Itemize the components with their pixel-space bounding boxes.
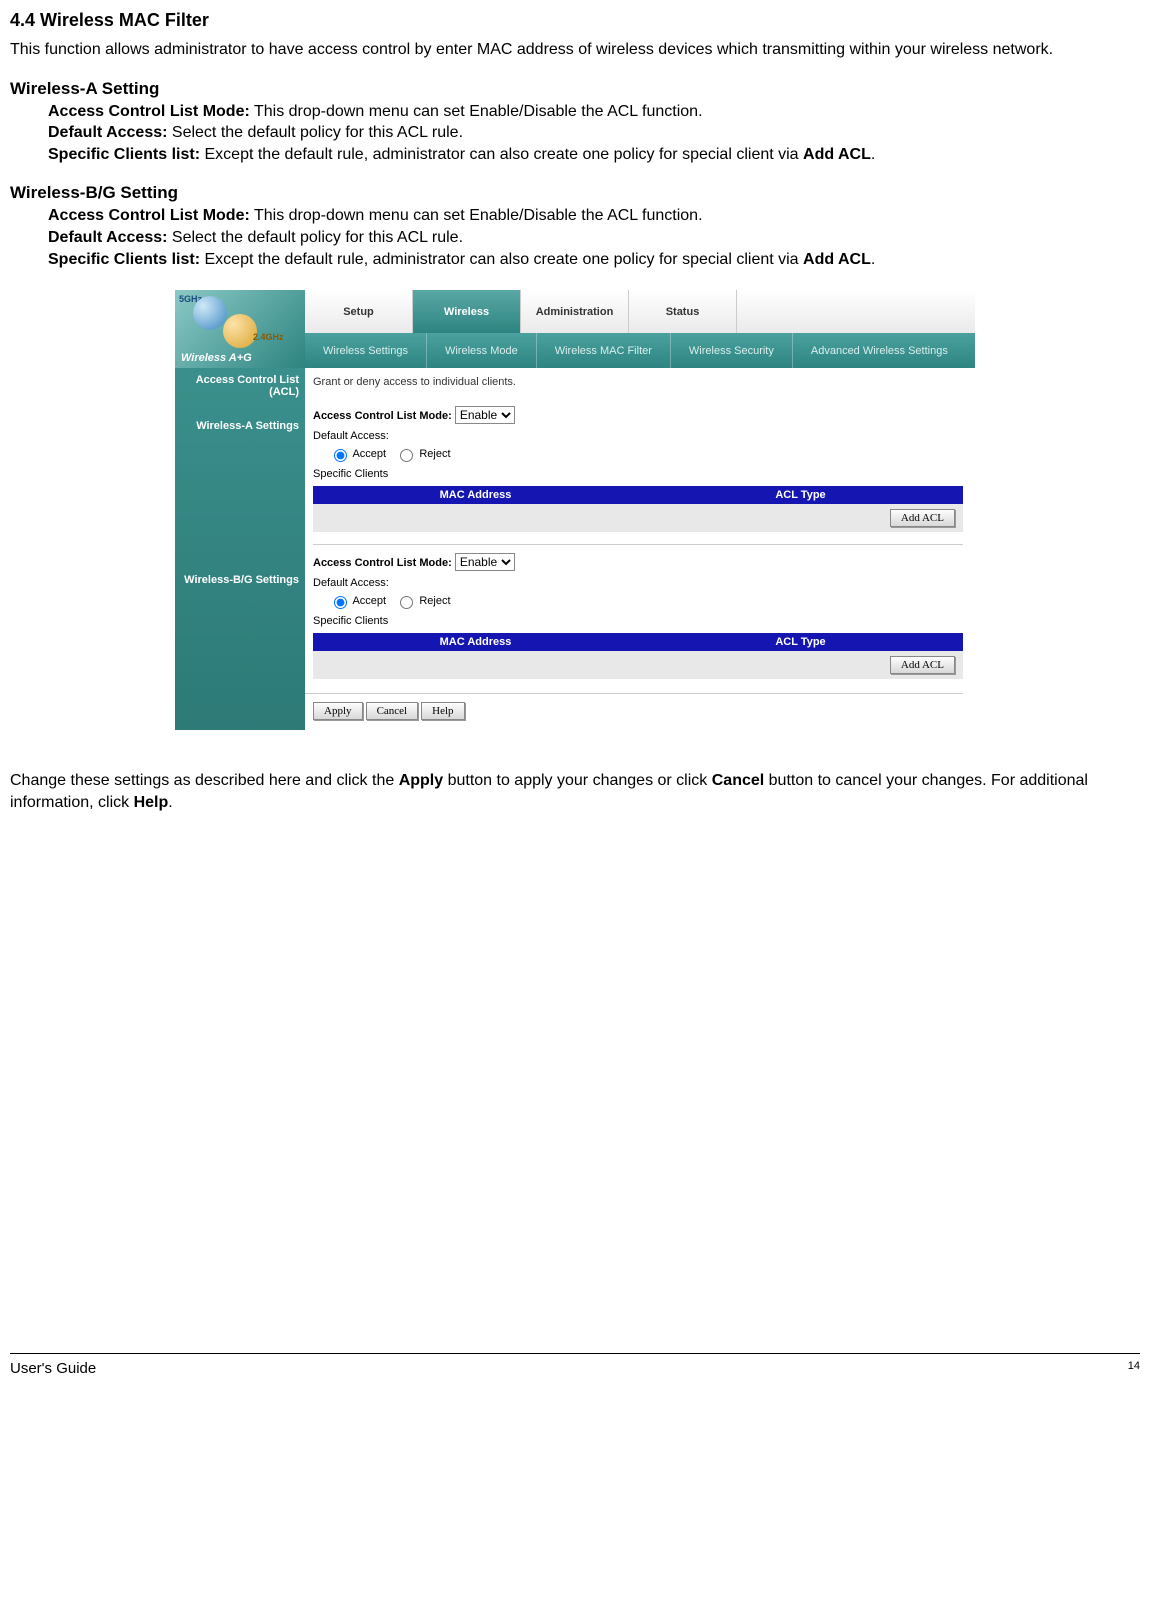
sc-tail: . (871, 251, 875, 268)
wa-aclmode-select[interactable]: Enable (455, 406, 515, 424)
wireless-bg-heading: Wireless-B/G Setting (10, 183, 1140, 203)
sc-desc: Except the default rule, administrator c… (200, 251, 803, 268)
page-footer: User's Guide 14 (10, 1353, 1140, 1377)
acl-label: Access Control List Mode: (48, 207, 250, 224)
da-label: Default Access: (48, 124, 167, 141)
wireless-a-sc: Specific Clients list: Except the defaul… (48, 144, 1140, 166)
wbg-th-type: ACL Type (638, 633, 963, 651)
tab-filler (737, 290, 975, 333)
table-row: Add ACL (313, 504, 963, 532)
page-number: 14 (1128, 1360, 1140, 1377)
acl-label: Access Control List Mode: (48, 103, 250, 120)
tab-status[interactable]: Status (629, 290, 737, 333)
subtab-security[interactable]: Wireless Security (671, 333, 793, 368)
help-button[interactable]: Help (421, 702, 464, 720)
wbg-add-acl-button[interactable]: Add ACL (890, 656, 955, 674)
acl-desc: This drop-down menu can set Enable/Disab… (250, 207, 703, 224)
table-row: Add ACL (313, 651, 963, 679)
sidebar-acl-label: Access Control List (ACL) (175, 368, 299, 404)
wbg-clients-table: MAC Address ACL Type Add ACL (313, 633, 963, 679)
wireless-a-heading: Wireless-A Setting (10, 79, 1140, 99)
wa-accept-option[interactable]: Accept (329, 448, 386, 460)
wbg-default-access-label: Default Access: (313, 577, 389, 589)
section-title: 4.4 Wireless MAC Filter (10, 10, 1140, 31)
wbg-aclmode-select[interactable]: Enable (455, 553, 515, 571)
logo-text: Wireless A+G (181, 352, 252, 364)
sidebar-wa-label: Wireless-A Settings (175, 414, 299, 438)
da-label: Default Access: (48, 229, 167, 246)
acl-desc: This drop-down menu can set Enable/Disab… (250, 103, 703, 120)
tab-administration[interactable]: Administration (521, 290, 629, 333)
wireless-a-acl: Access Control List Mode: This drop-down… (48, 101, 1140, 123)
grant-description: Grant or deny access to individual clien… (313, 376, 963, 388)
da-desc: Select the default policy for this ACL r… (167, 229, 463, 246)
subtab-mac-filter[interactable]: Wireless MAC Filter (537, 333, 671, 368)
da-desc: Select the default policy for this ACL r… (167, 124, 463, 141)
sc-label: Specific Clients list: (48, 251, 200, 268)
sidebar-wbg-label: Wireless-B/G Settings (175, 568, 299, 592)
tab-wireless[interactable]: Wireless (413, 290, 521, 333)
add-acl-bold: Add ACL (803, 146, 871, 163)
sc-tail: . (871, 146, 875, 163)
tab-setup[interactable]: Setup (305, 290, 413, 333)
wbg-th-mac: MAC Address (313, 633, 638, 651)
wbg-accept-option[interactable]: Accept (329, 595, 386, 607)
subtab-advanced[interactable]: Advanced Wireless Settings (793, 333, 966, 368)
router-admin-screenshot: 5GHz 2.4GHz Wireless A+G Setup Wireless … (175, 290, 975, 730)
wireless-bg-da: Default Access: Select the default polic… (48, 227, 1140, 249)
wa-default-access-label: Default Access: (313, 430, 389, 442)
logo-24ghz: 2.4GHz (253, 332, 284, 342)
subtab-wireless-mode[interactable]: Wireless Mode (427, 333, 537, 368)
wa-th-mac: MAC Address (313, 486, 638, 504)
wa-reject-option[interactable]: Reject (395, 448, 450, 460)
footer-left: User's Guide (10, 1360, 96, 1377)
wa-aclmode-label: Access Control List Mode: (313, 410, 452, 422)
wbg-reject-option[interactable]: Reject (395, 595, 450, 607)
wa-specific-clients-label: Specific Clients (313, 468, 963, 480)
conclusion-paragraph: Change these settings as described here … (10, 770, 1140, 813)
sc-desc: Except the default rule, administrator c… (200, 146, 803, 163)
wireless-a-da: Default Access: Select the default polic… (48, 122, 1140, 144)
wireless-bg-sc: Specific Clients list: Except the defaul… (48, 249, 1140, 271)
product-logo: 5GHz 2.4GHz Wireless A+G (175, 290, 305, 368)
subtab-wireless-settings[interactable]: Wireless Settings (305, 333, 427, 368)
wbg-aclmode-label: Access Control List Mode: (313, 557, 452, 569)
divider (313, 544, 963, 545)
cancel-button[interactable]: Cancel (366, 702, 419, 720)
add-acl-bold: Add ACL (803, 251, 871, 268)
wbg-specific-clients-label: Specific Clients (313, 615, 963, 627)
wa-th-type: ACL Type (638, 486, 963, 504)
intro-paragraph: This function allows administrator to ha… (10, 39, 1140, 61)
wa-clients-table: MAC Address ACL Type Add ACL (313, 486, 963, 532)
sc-label: Specific Clients list: (48, 146, 200, 163)
apply-button[interactable]: Apply (313, 702, 363, 720)
wa-add-acl-button[interactable]: Add ACL (890, 509, 955, 527)
wireless-bg-acl: Access Control List Mode: This drop-down… (48, 205, 1140, 227)
